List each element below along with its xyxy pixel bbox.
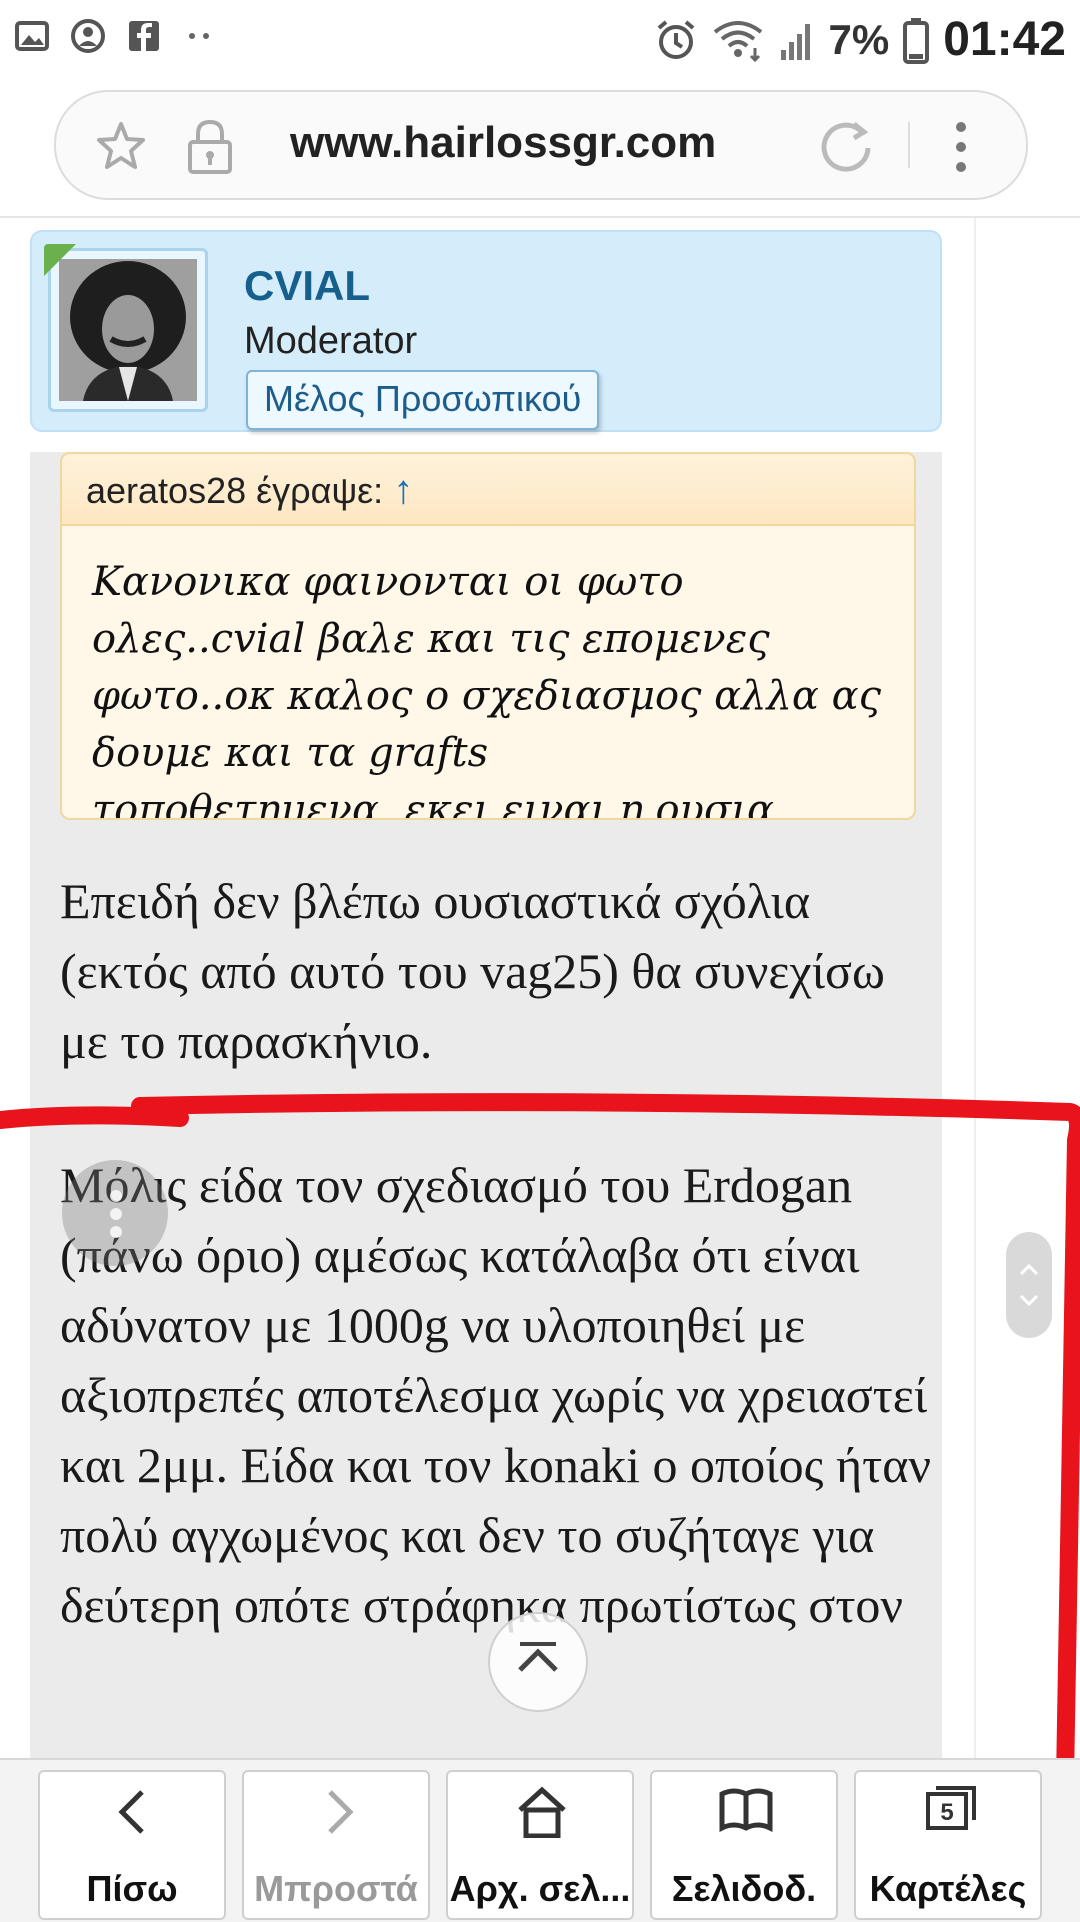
tabs-count: 5 xyxy=(940,1799,953,1826)
browser-toolbar: www.hairlossgr.com xyxy=(0,78,1080,218)
bookmarks-button[interactable]: Σελιδοδ. xyxy=(650,1770,838,1920)
more-notifications-icon xyxy=(189,33,209,39)
forward-label: Μπροστά xyxy=(254,1868,418,1909)
forward-button[interactable]: Μπροστά xyxy=(242,1770,430,1920)
forward-arrow-icon xyxy=(328,1790,354,1834)
alarm-icon xyxy=(657,19,694,59)
post-paragraph-1: Επειδή δεν βλέπω ουσιαστικά σχόλια (εκτό… xyxy=(60,873,885,1069)
reload-icon[interactable] xyxy=(818,118,874,174)
toolbar-divider xyxy=(908,122,910,168)
notification-icons xyxy=(14,18,218,54)
url-text[interactable]: www.hairlossgr.com xyxy=(290,118,716,168)
page-right-gutter xyxy=(974,218,1080,1758)
home-button[interactable]: Αρχ. σελ... xyxy=(446,1770,634,1920)
bookmarks-book-icon xyxy=(719,1788,773,1833)
more-menu-icon[interactable] xyxy=(946,116,976,174)
quote-block: aeratos28 έγραψε: ↑ Κανονικα φαινονται ο… xyxy=(60,452,916,820)
lock-icon[interactable] xyxy=(186,118,234,174)
avatar[interactable] xyxy=(59,259,197,401)
author-title: Moderator xyxy=(244,320,418,362)
quote-header: aeratos28 έγραψε: ↑ xyxy=(62,454,914,526)
browser-bottom-bar: Πίσω Μπροστά Αρχ. σελ... Σελιδοδ. 5 Καρτ… xyxy=(0,1758,1080,1922)
webpage-content[interactable]: CVIAL Moderator Μέλος Προσωπικού aeratos… xyxy=(0,218,1080,1758)
battery-percent: 7% xyxy=(828,15,890,63)
address-bar[interactable]: www.hairlossgr.com xyxy=(54,90,1028,200)
signal-icon xyxy=(780,23,810,60)
scroll-to-top-icon xyxy=(518,1642,558,1672)
back-arrow-icon xyxy=(118,1790,144,1834)
staff-badge: Μέλος Προσωπικού xyxy=(246,370,600,430)
quote-text: Κανονικα φαινονται οι φωτο ολες..cvial β… xyxy=(92,559,882,820)
quote-source-link-icon[interactable]: ↑ xyxy=(393,468,413,512)
home-icon xyxy=(518,1786,566,1838)
facebook-icon xyxy=(129,21,159,51)
wifi-icon xyxy=(713,20,762,62)
tabs-button[interactable]: 5 Καρτέλες xyxy=(854,1770,1042,1920)
clock: 01:42 xyxy=(943,13,1066,66)
quote-author: aeratos28 έγραψε: ↑ xyxy=(86,468,413,513)
online-indicator xyxy=(44,244,76,276)
image-icon xyxy=(15,21,49,51)
account-circle-icon xyxy=(71,19,105,53)
scroll-to-top-button[interactable] xyxy=(488,1612,588,1712)
author-username[interactable]: CVIAL xyxy=(244,262,370,310)
scroll-arrows-icon xyxy=(1019,1263,1039,1307)
tabs-icon: 5 xyxy=(926,1786,976,1830)
tabs-label: Καρτέλες xyxy=(869,1868,1027,1909)
back-label: Πίσω xyxy=(86,1868,178,1909)
home-label: Αρχ. σελ... xyxy=(449,1868,631,1909)
status-bar: 7% 01:42 xyxy=(0,0,1080,78)
back-button[interactable]: Πίσω xyxy=(38,1770,226,1920)
bookmark-star-icon[interactable] xyxy=(94,120,148,172)
battery-icon xyxy=(903,17,930,64)
author-card: CVIAL Moderator Μέλος Προσωπικού xyxy=(30,230,942,432)
scroll-handle[interactable] xyxy=(1006,1232,1052,1338)
floating-menu-button[interactable] xyxy=(62,1160,168,1266)
bookmarks-label: Σελιδοδ. xyxy=(671,1868,817,1909)
quote-author-label: aeratos28 έγραψε: xyxy=(86,470,384,511)
post-paragraph-2: Μόλις είδα τον σχεδιασμό του Erdogan (πά… xyxy=(60,1157,931,1633)
